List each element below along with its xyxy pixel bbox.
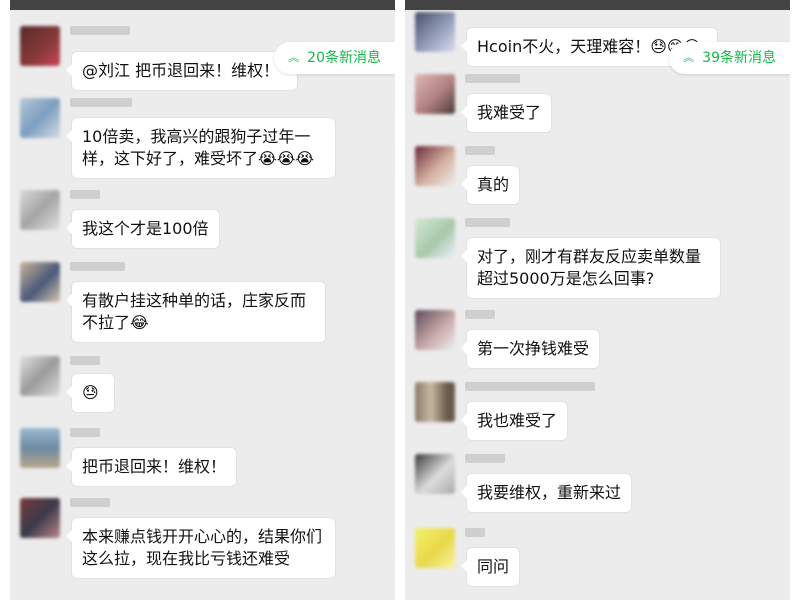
sender-name	[465, 454, 505, 463]
message-text: 😓	[82, 383, 99, 402]
message-text: 第一次挣钱难受	[477, 339, 590, 358]
new-messages-button[interactable]: ︽ 39条新消息	[669, 42, 790, 74]
chat-panel-right: Hcoin不火，天理难容！😓😊😊 ︽ 39条新消息 我难受了 真的 对了，刚才有群…	[405, 0, 790, 600]
avatar[interactable]	[415, 74, 455, 114]
avatar[interactable]	[20, 26, 60, 66]
message-text: @刘江 把币退回来！维权！	[82, 61, 280, 80]
message-text: 我也难受了	[477, 411, 558, 430]
chat-panel-left: @刘江 把币退回来！维权！ ︽ 20条新消息 10倍卖，我高兴的跟狗子过年一样，这…	[10, 0, 395, 600]
message-bubble[interactable]: 10倍卖，我高兴的跟狗子过年一样，这下好了，难受坏了😭😭😭	[66, 118, 335, 178]
avatar[interactable]	[20, 190, 60, 230]
message-text: 同问	[477, 557, 510, 576]
sender-name	[465, 146, 495, 155]
sender-name	[70, 498, 110, 507]
new-messages-button[interactable]: ︽ 20条新消息	[274, 42, 395, 74]
message-bubble[interactable]: 我也难受了	[460, 402, 568, 440]
avatar[interactable]	[415, 218, 455, 258]
message-bubble[interactable]: 对了，刚才有群友反应卖单数量超过5000万是怎么回事?	[461, 238, 720, 298]
avatar[interactable]	[415, 528, 455, 568]
message-text: 我这个才是100倍	[82, 219, 209, 238]
avatar[interactable]	[20, 428, 60, 468]
message-text: 真的	[477, 175, 510, 194]
avatar[interactable]	[20, 498, 60, 538]
message-text: 本来赚点钱开开心心的，结果你们这么拉，现在我比亏钱还难受	[82, 527, 323, 568]
sender-name	[465, 310, 495, 319]
message-text: 我难受了	[477, 103, 542, 122]
message-bubble[interactable]: 同问	[460, 548, 520, 586]
status-bar	[405, 0, 790, 10]
message-bubble[interactable]: 第一次挣钱难受	[460, 330, 600, 368]
avatar[interactable]	[20, 262, 60, 302]
sender-name	[70, 98, 132, 107]
message-text: 对了，刚才有群友反应卖单数量超过5000万是怎么回事?	[477, 247, 702, 288]
message-bubble[interactable]: 😓	[66, 374, 114, 412]
avatar[interactable]	[415, 146, 455, 186]
sender-name	[70, 190, 100, 199]
sender-name	[465, 382, 595, 391]
sender-name	[70, 428, 100, 437]
avatar[interactable]	[20, 98, 60, 138]
message-text: 把币退回来！维权！	[82, 457, 227, 476]
message-text: 有散户挂这种单的话，庄家反而不拉了😂	[82, 291, 307, 332]
sender-name	[465, 74, 520, 83]
message-bubble[interactable]: 本来赚点钱开开心心的，结果你们这么拉，现在我比亏钱还难受	[66, 518, 335, 578]
avatar[interactable]	[415, 382, 455, 422]
message-text: 10倍卖，我高兴的跟狗子过年一样，这下好了，难受坏了😭😭😭	[82, 127, 315, 168]
message-bubble[interactable]: @刘江 把币退回来！维权！	[66, 52, 297, 90]
sender-name	[465, 528, 485, 537]
new-messages-label: 39条新消息	[702, 50, 776, 66]
message-bubble[interactable]: 我要维权，重新来过	[460, 474, 632, 512]
avatar[interactable]	[415, 454, 455, 494]
status-bar	[10, 0, 395, 10]
double-chevron-up-icon: ︽	[683, 51, 695, 64]
sender-name	[465, 218, 510, 227]
avatar[interactable]	[20, 356, 60, 396]
message-bubble[interactable]: 有散户挂这种单的话，庄家反而不拉了😂	[66, 282, 325, 342]
double-chevron-up-icon: ︽	[288, 51, 300, 64]
sender-name	[70, 262, 125, 271]
new-messages-label: 20条新消息	[307, 50, 381, 66]
sender-name	[70, 26, 130, 35]
avatar[interactable]	[415, 310, 455, 350]
message-bubble[interactable]: 我难受了	[460, 94, 552, 132]
avatar[interactable]	[415, 12, 455, 52]
sender-name	[70, 356, 100, 365]
message-text: 我要维权，重新来过	[477, 483, 622, 502]
message-text: Hcoin不火，天理难容！😓😊😊	[477, 37, 701, 56]
message-bubble[interactable]: 把币退回来！维权！	[65, 448, 237, 486]
message-bubble[interactable]: 我这个才是100倍	[66, 210, 219, 248]
message-bubble[interactable]: 真的	[460, 166, 520, 204]
